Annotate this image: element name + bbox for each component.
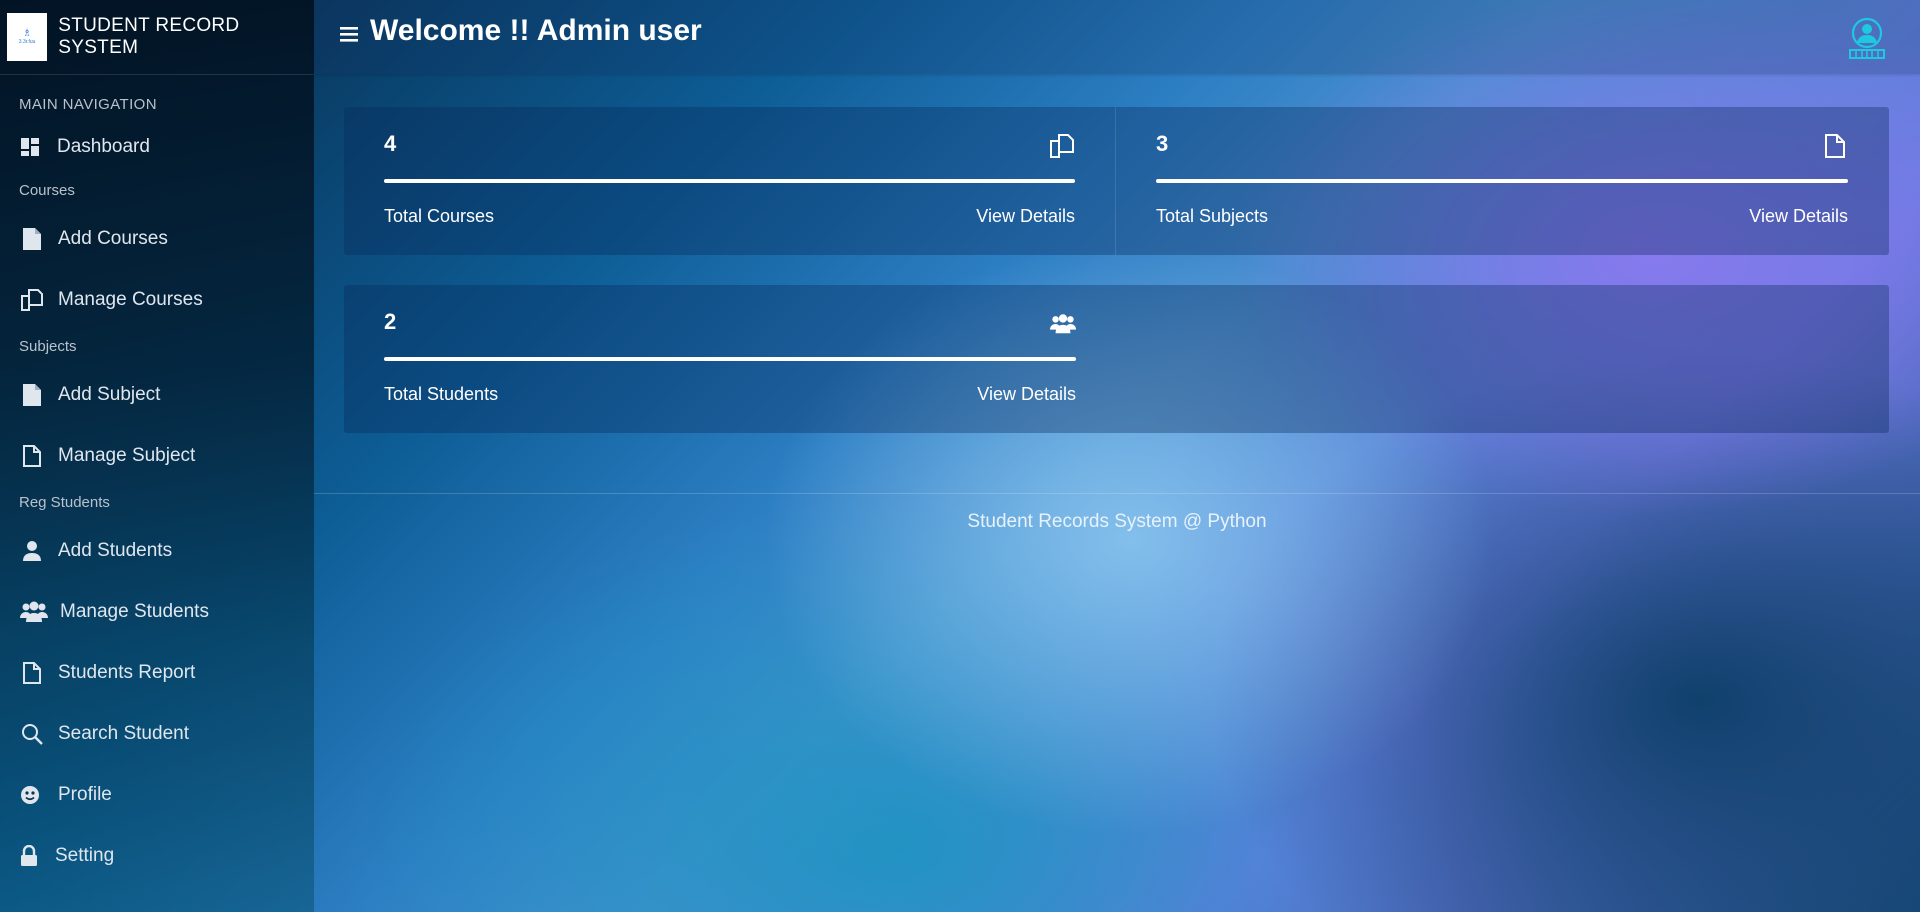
subjects-view-details-link[interactable]: View Details [1749, 206, 1848, 227]
brand-title: STUDENT RECORD SYSTEM [58, 15, 240, 58]
file-outline-icon [20, 661, 44, 685]
file-outline-icon [20, 444, 44, 468]
sidebar-item-add-subject[interactable]: Add Subject [0, 364, 314, 425]
sidebar-item-label: Manage Subject [58, 444, 196, 466]
reg-students-heading: Reg Students [19, 494, 110, 511]
sidebar-item-label: Dashboard [57, 135, 150, 157]
sidebar-item-add-courses[interactable]: Add Courses [0, 208, 314, 269]
sidebar-item-label: Add Students [58, 539, 173, 561]
sidebar-item-label: Profile [58, 783, 112, 805]
user-avatar-icon[interactable] [1847, 17, 1887, 59]
main-navigation-heading: MAIN NAVIGATION [19, 96, 157, 113]
lock-icon [20, 844, 38, 868]
sidebar-item-search-student[interactable]: Search Student [0, 703, 314, 764]
user-icon [20, 539, 44, 563]
sidebar-item-label: Add Subject [58, 383, 161, 405]
users-icon [20, 600, 48, 624]
page-title: Welcome !! Admin user [370, 14, 702, 47]
users-icon [1050, 311, 1076, 337]
progress-bar [384, 179, 1075, 183]
hamburger-menu-icon[interactable] [340, 26, 360, 42]
top-bar: Welcome !! Admin user [314, 0, 1920, 74]
progress-bar [1156, 179, 1848, 183]
sidebar-item-label: Setting [55, 844, 115, 866]
logo-glyph: ♗ [22, 28, 32, 39]
sidebar-item-manage-students[interactable]: Manage Students [0, 581, 314, 642]
total-students-card: 2 Total Students View Details [344, 285, 1116, 433]
stats-row: 4 Total Courses View Details 3 Total Sub… [344, 107, 1889, 255]
sidebar-item-manage-subject[interactable]: Manage Subject [0, 425, 314, 486]
footer-divider [314, 493, 1920, 494]
dashboard-icon [20, 135, 40, 159]
copy-icon [20, 288, 44, 312]
smile-icon [20, 783, 40, 807]
courses-heading: Courses [19, 182, 75, 199]
courses-view-details-link[interactable]: View Details [976, 206, 1075, 227]
sidebar-item-add-students[interactable]: Add Students [0, 520, 314, 581]
sidebar-item-label: Add Courses [58, 227, 168, 249]
subjects-heading: Subjects [19, 338, 77, 355]
total-subjects-card: 3 Total Subjects View Details [1116, 107, 1888, 255]
sidebar: ♗ 3.3r.fuu STUDENT RECORD SYSTEM MAIN NA… [0, 0, 314, 912]
file-icon [20, 227, 44, 251]
students-view-details-link[interactable]: View Details [977, 384, 1076, 405]
logo-text: 3.3r.fuu [18, 39, 36, 45]
sidebar-item-setting[interactable]: Setting [0, 825, 314, 886]
total-courses-card: 4 Total Courses View Details [344, 107, 1116, 255]
sidebar-item-students-report[interactable]: Students Report [0, 642, 314, 703]
sidebar-item-dashboard[interactable]: Dashboard [0, 119, 314, 174]
students-count: 2 [384, 309, 397, 334]
sidebar-item-label: Students Report [58, 661, 196, 683]
courses-label: Total Courses [384, 206, 495, 226]
copy-icon [1049, 133, 1075, 159]
sidebar-item-profile[interactable]: Profile [0, 764, 314, 825]
brand[interactable]: ♗ 3.3r.fuu STUDENT RECORD SYSTEM [0, 0, 314, 75]
footer-text: Student Records System @ Python [967, 511, 1267, 532]
brand-logo: ♗ 3.3r.fuu [7, 13, 48, 61]
subjects-label: Total Subjects [1156, 206, 1269, 226]
subjects-count: 3 [1156, 131, 1169, 156]
courses-count: 4 [384, 131, 397, 156]
stats-row: 2 Total Students View Details [344, 285, 1889, 433]
students-label: Total Students [384, 384, 499, 404]
search-icon [20, 722, 44, 746]
sidebar-item-manage-courses[interactable]: Manage Courses [0, 269, 314, 330]
sidebar-item-label: Search Student [58, 722, 189, 744]
file-icon [20, 383, 44, 407]
progress-bar [384, 357, 1076, 361]
file-icon [1822, 133, 1848, 159]
sidebar-item-label: Manage Students [60, 600, 209, 622]
sidebar-item-label: Manage Courses [58, 288, 203, 310]
